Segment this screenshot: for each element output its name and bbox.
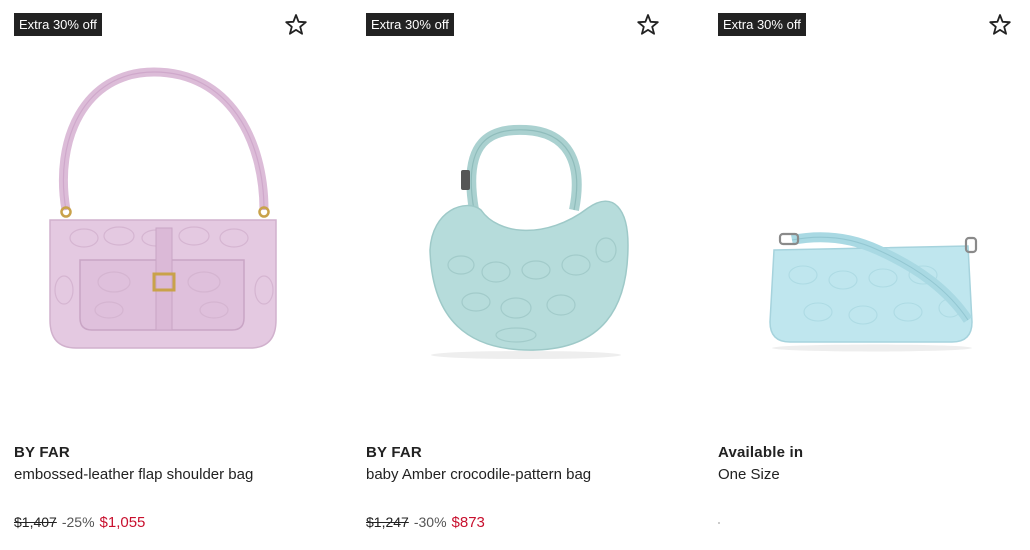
product-card[interactable]: Extra 30% off — [352, 0, 672, 550]
promo-badge: Extra 30% off — [14, 13, 102, 36]
product-image[interactable] — [14, 50, 314, 410]
product-image[interactable] — [366, 50, 666, 410]
availability-label: Available in — [718, 444, 804, 461]
product-card[interactable]: Extra 30% off — [704, 0, 1024, 550]
original-price: $1,407 — [14, 514, 57, 530]
price-row: $1,407 -25% $1,055 — [14, 514, 145, 531]
promo-badge: Extra 30% off — [718, 13, 806, 36]
light-blue-crossbody-bag-icon — [769, 232, 978, 352]
mint-hobo-bag-icon — [429, 124, 629, 359]
price-row: $1,247 -30% $873 — [366, 514, 485, 531]
product-brand[interactable]: BY FAR — [14, 444, 70, 461]
star-outline-icon[interactable] — [635, 12, 661, 38]
product-description[interactable]: embossed-leather flap shoulder bag — [14, 466, 253, 483]
lilac-shoulder-bag-icon — [49, 67, 277, 349]
original-price: $1,247 — [366, 514, 409, 530]
discount-percent: -25% — [61, 514, 95, 530]
discount-percent: -30% — [413, 514, 447, 530]
sale-price: $1,055 — [99, 514, 146, 531]
product-image[interactable] — [718, 50, 1018, 410]
promo-badge: Extra 30% off — [366, 13, 454, 36]
product-card[interactable]: Extra 30% off — [0, 0, 320, 550]
sale-price: $873 — [451, 514, 485, 531]
product-description[interactable]: baby Amber crocodile-pattern bag — [366, 466, 591, 483]
product-grid: Extra 30% off BY FAR embossed-leather fl… — [0, 0, 1030, 550]
placeholder-dot — [718, 522, 720, 524]
size-option[interactable]: One Size — [718, 466, 780, 483]
star-outline-icon[interactable] — [987, 12, 1013, 38]
star-outline-icon[interactable] — [283, 12, 309, 38]
product-brand[interactable]: BY FAR — [366, 444, 422, 461]
